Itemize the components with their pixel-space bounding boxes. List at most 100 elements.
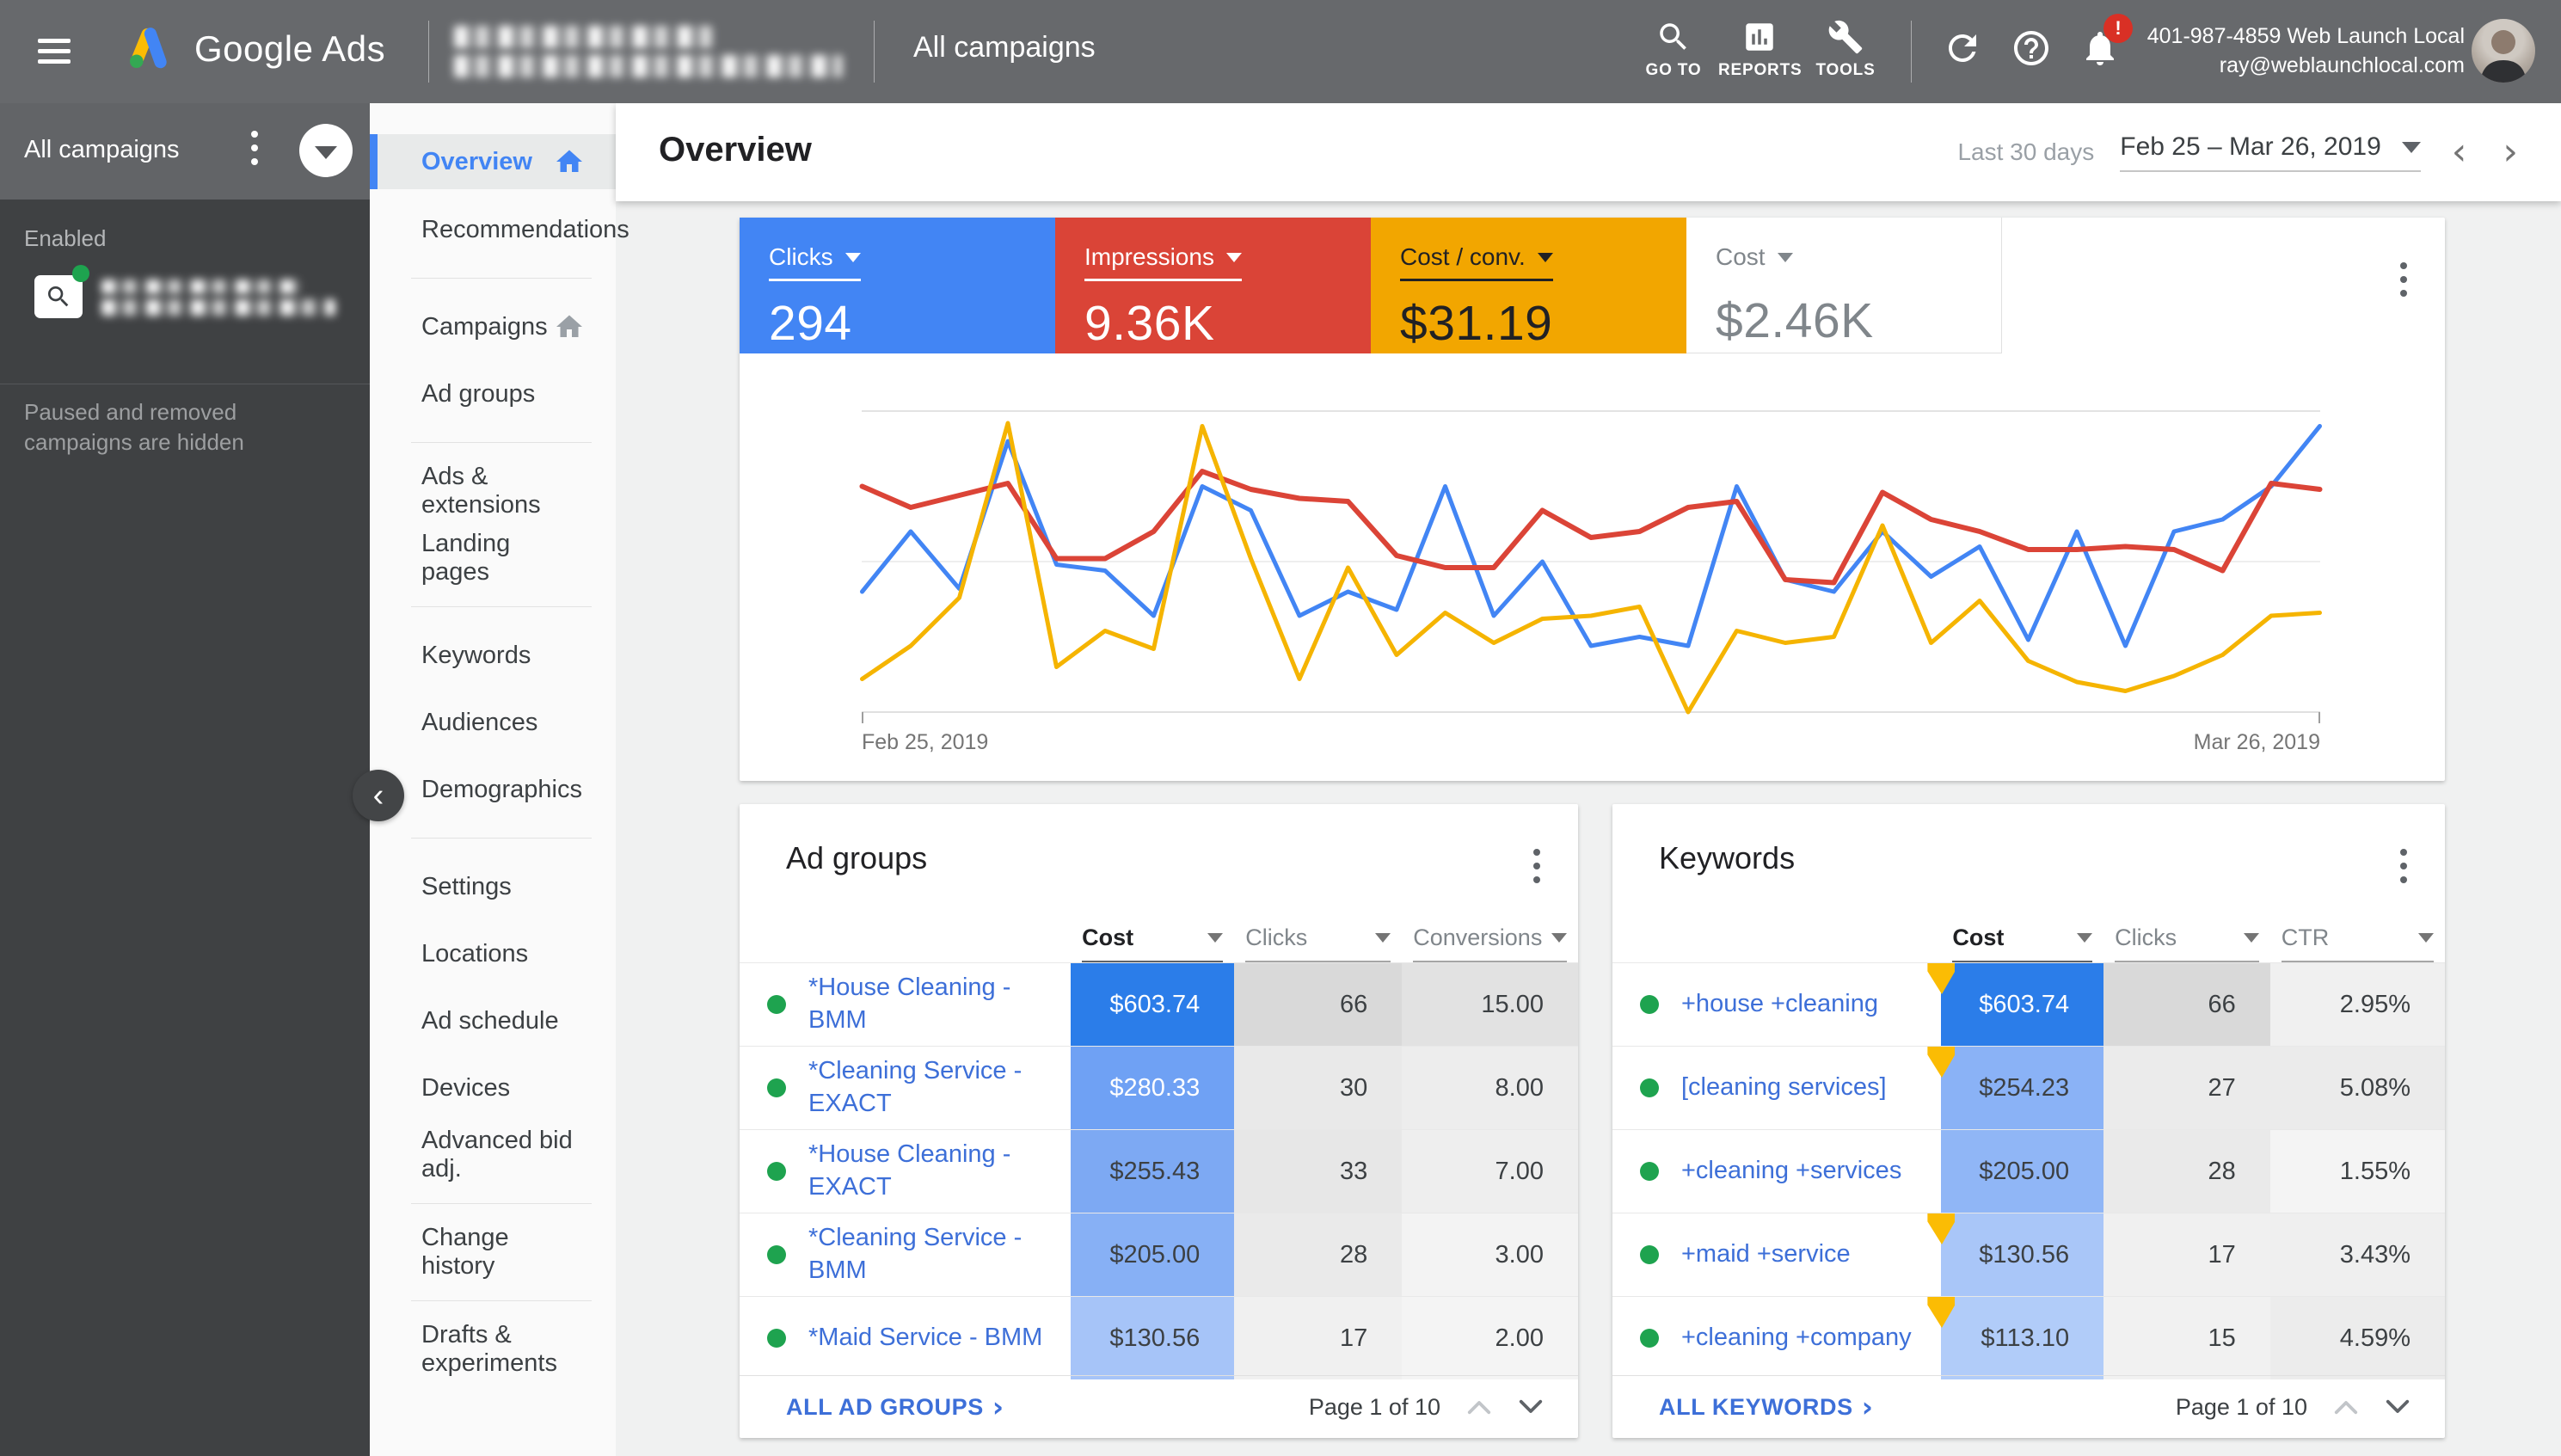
keywords-footer: ALL KEYWORDS› Page 1 of 10 <box>1612 1375 2445 1438</box>
sidebar-item-ad-groups[interactable]: Ad groups <box>370 360 616 427</box>
keyword-name-link[interactable]: +cleaning +company <box>1681 1322 1924 1355</box>
keyword-name-link[interactable]: +house +cleaning <box>1681 988 1890 1021</box>
clicks-cell: 17 <box>1234 1297 1402 1379</box>
sidebar-item-landing-pages[interactable]: Landing pages <box>370 525 616 592</box>
menu-icon[interactable] <box>38 33 72 71</box>
previous-period-button[interactable]: ‹ <box>2447 133 2472 171</box>
ad-group-column-header-cost[interactable]: Cost <box>1082 914 1223 962</box>
notifications-bell-icon[interactable]: ! <box>2079 28 2121 69</box>
column-label: Clicks <box>1245 925 1307 951</box>
sidebar-item-campaigns[interactable]: Campaigns <box>370 293 616 360</box>
ad-groups-card-menu-icon[interactable] <box>1533 849 1540 883</box>
go-to-button[interactable]: GO TO <box>1632 19 1715 80</box>
sidebar-item-label: Advanced bid adj. <box>421 1127 585 1183</box>
sidebar-item-overview[interactable]: Overview <box>370 134 616 189</box>
ad-group-name-link[interactable]: *House Cleaning - BMM <box>808 972 1071 1036</box>
scorecard-cost-conv[interactable]: Cost / conv.$31.19 <box>1371 218 1686 353</box>
nav-divider <box>411 278 592 279</box>
scorecard-metric-selector[interactable]: Impressions <box>1084 243 1242 281</box>
row-name-cell: +cleaning +services <box>1612 1130 1941 1213</box>
ad-group-column-header-clicks[interactable]: Clicks <box>1245 914 1391 962</box>
sidebar-item-label: Audiences <box>421 709 537 737</box>
search-icon <box>1655 19 1692 55</box>
status-enabled-dot <box>767 1078 786 1097</box>
reports-button[interactable]: REPORTS <box>1718 19 1801 80</box>
sidebar-item-advanced-bid-adj[interactable]: Advanced bid adj. <box>370 1121 616 1189</box>
keywords-prev-page-button[interactable] <box>2333 1398 2359 1416</box>
campaign-panel-collapse-button[interactable] <box>299 124 353 177</box>
campaign-type-search-icon <box>34 275 83 318</box>
chevron-right-icon: › <box>1862 1391 1874 1423</box>
sidebar-item-demographics[interactable]: Demographics <box>370 756 616 823</box>
keyword-name-link[interactable]: +cleaning +services <box>1681 1155 1913 1188</box>
clicks-cell: 27 <box>2103 1047 2270 1129</box>
keyword-name-link[interactable]: +maid +service <box>1681 1238 1863 1271</box>
keyword-column-header-cost[interactable]: Cost <box>1952 914 2092 962</box>
performance-chart-card: Clicks294Impressions9.36KCost / conv.$31… <box>740 218 2445 781</box>
ad-groups-next-page-button[interactable] <box>1518 1398 1544 1416</box>
sidebar-item-label: Demographics <box>421 776 582 804</box>
clicks-cell: 17 <box>2103 1213 2270 1296</box>
sidebar-item-change-history[interactable]: Change history <box>370 1219 616 1286</box>
ad-group-name-link[interactable]: *Cleaning Service - BMM <box>808 1222 1071 1287</box>
sidebar-item-label: Settings <box>421 873 512 901</box>
top-bar: Google Ads All campaigns GO TO REPORTS T… <box>0 0 2561 103</box>
sidebar-item-devices[interactable]: Devices <box>370 1054 616 1121</box>
campaign-panel-menu-icon[interactable] <box>251 131 258 165</box>
scorecard-strip: Clicks294Impressions9.36KCost / conv.$31… <box>740 218 2002 353</box>
row-name-cell: [cleaning services] <box>1612 1047 1941 1129</box>
google-ads-logo[interactable]: Google Ads <box>122 22 385 76</box>
page-header: Overview Last 30 days Feb 25 – Mar 26, 2… <box>616 103 2561 201</box>
nav-collapse-button[interactable]: ‹ <box>353 770 404 821</box>
scorecard-cost[interactable]: Cost$2.46K <box>1686 218 2002 353</box>
sidebar-item-drafts-experiments[interactable]: Drafts & experiments <box>370 1316 616 1383</box>
account-info[interactable]: 401-987-4859 Web Launch Local ray@weblau… <box>2147 22 2465 81</box>
ad-group-name-link[interactable]: *Cleaning Service - EXACT <box>808 1055 1071 1120</box>
scorecard-clicks[interactable]: Clicks294 <box>740 218 1055 353</box>
sort-chevron-down-icon <box>2418 933 2434 943</box>
all-ad-groups-link[interactable]: ALL AD GROUPS› <box>786 1391 1004 1423</box>
keywords-next-page-button[interactable] <box>2385 1398 2411 1416</box>
date-range-picker[interactable]: Feb 25 – Mar 26, 2019 <box>2120 132 2421 172</box>
avatar[interactable] <box>2472 19 2535 83</box>
keyword-column-header-clicks[interactable]: Clicks <box>2115 914 2259 962</box>
keyword-name-link[interactable]: [cleaning services] <box>1681 1072 1899 1104</box>
ad-groups-prev-page-button[interactable] <box>1466 1398 1492 1416</box>
ad-group-name-link[interactable]: *House Cleaning - EXACT <box>808 1139 1071 1203</box>
next-period-button[interactable]: › <box>2497 133 2523 171</box>
ad-group-column-header-conversions[interactable]: Conversions <box>1413 914 1567 962</box>
scorecard-metric-selector[interactable]: Clicks <box>769 243 861 281</box>
all-keywords-link[interactable]: ALL KEYWORDS› <box>1659 1391 1874 1423</box>
scorecard-impressions[interactable]: Impressions9.36K <box>1055 218 1371 353</box>
sidebar-item-label: Keywords <box>421 642 531 670</box>
home-icon <box>554 146 585 177</box>
sidebar-item-ad-schedule[interactable]: Ad schedule <box>370 987 616 1054</box>
ad-group-name-link[interactable]: *Maid Service - BMM <box>808 1322 1054 1355</box>
keyword-column-header-ctr[interactable]: CTR <box>2282 914 2434 962</box>
metric-cell: 3.00 <box>1402 1213 1578 1296</box>
sidebar-item-locations[interactable]: Locations <box>370 920 616 987</box>
keywords-column-headers: Cost Clicks CTR <box>1612 914 2445 962</box>
sidebar-item-settings[interactable]: Settings <box>370 853 616 920</box>
nav-divider <box>411 606 592 607</box>
scorecard-label: Cost / conv. <box>1400 243 1526 271</box>
sidebar-item-recommendations[interactable]: Recommendations <box>370 196 616 263</box>
sidebar-item-audiences[interactable]: Audiences <box>370 689 616 756</box>
sidebar-item-label: Overview <box>421 148 532 176</box>
tools-button[interactable]: TOOLS <box>1804 19 1887 80</box>
performance-chart[interactable] <box>862 404 2320 724</box>
help-icon[interactable] <box>2011 28 2052 69</box>
sidebar-item-keywords[interactable]: Keywords <box>370 622 616 689</box>
sidebar-item-ads-extensions[interactable]: Ads & extensions <box>370 458 616 525</box>
sidebar-item-label: Ad schedule <box>421 1007 559 1035</box>
row-name-cell: +maid +service <box>1612 1213 1941 1296</box>
keywords-card-menu-icon[interactable] <box>2400 849 2407 883</box>
sort-chevron-down-icon <box>2244 933 2259 943</box>
topbar-divider-2 <box>874 21 875 83</box>
chart-card-menu-icon[interactable] <box>2400 262 2407 297</box>
scorecard-metric-selector[interactable]: Cost <box>1716 243 1793 279</box>
refresh-icon[interactable] <box>1942 28 1983 69</box>
scorecard-metric-selector[interactable]: Cost / conv. <box>1400 243 1553 281</box>
ad-groups-card-title: Ad groups <box>786 840 927 876</box>
sidebar-item-label: Locations <box>421 940 528 968</box>
